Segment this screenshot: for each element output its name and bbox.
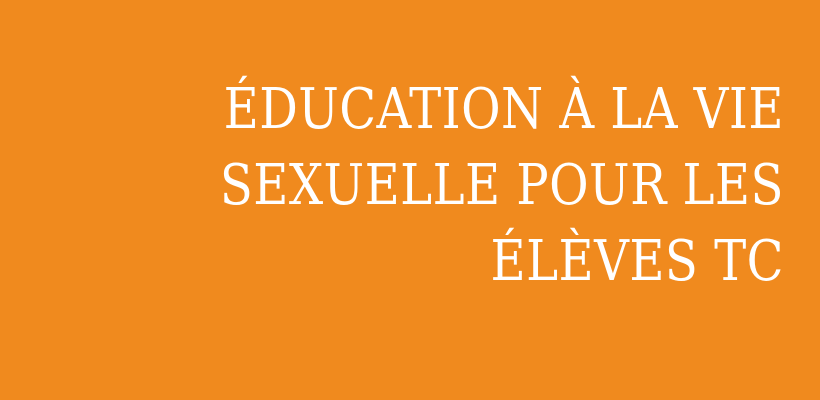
title-line-1: ÉDUCATION À LA VIE: [223, 77, 785, 142]
title-line-3: ÉLÈVES TC: [490, 229, 784, 294]
title-line-2: SEXUELLE POUR LES: [219, 153, 784, 218]
title-banner: ÉDUCATION À LA VIE SEXUELLE POUR LES ÉLÈ…: [0, 0, 820, 400]
banner-title: ÉDUCATION À LA VIE SEXUELLE POUR LES ÉLÈ…: [220, 72, 784, 300]
